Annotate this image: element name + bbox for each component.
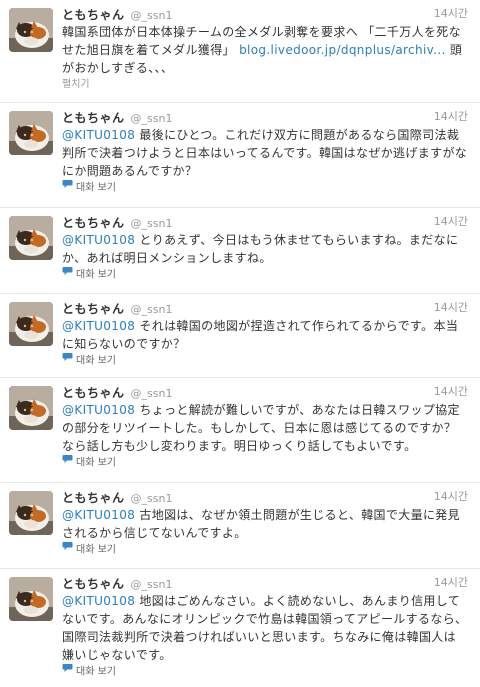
speech-bubble-icon [62,179,73,194]
tweet-content: ともちゃん @_ssn1 14시간 @KITU0108 とりあえず、今日はもう休ま… [62,214,468,283]
user-fullname[interactable]: ともちゃん [62,577,125,591]
view-conversation-label: 대화 보기 [76,666,116,678]
avatar[interactable] [9,111,53,155]
tweet-timestamp[interactable]: 14시간 [434,384,468,400]
speech-bubble-icon [62,663,73,678]
tweet-timestamp[interactable]: 14시간 [434,575,468,591]
tweet-content: ともちゃん @_ssn1 14시간 @KITU0108 それは韓国の地図が捏造され… [62,300,468,369]
speech-bubble-icon [62,266,73,281]
tweet-text: @KITU0108 古地図は、なぜか領土問題が生じると、韓国で大量に発見されるか… [62,506,468,542]
avatar[interactable] [9,8,53,52]
user-fullname[interactable]: ともちゃん [62,386,125,400]
tweet-content: ともちゃん @_ssn1 14시간 @KITU0108 地図はごめんなさい。よく読… [62,575,468,680]
tweet-header: ともちゃん @_ssn1 14시간 [62,489,468,505]
tweet-content: ともちゃん @_ssn1 14시간 @KITU0108 ちょっと解読が難しいですが… [62,384,468,471]
view-conversation-label: 대화 보기 [76,544,116,556]
cat-avatar-image [9,111,53,155]
tweet-content: ともちゃん @_ssn1 14시간 韓国系団体が日本体操チームの全メダル剥奪を要求… [62,6,468,92]
user-screen-name[interactable]: @_ssn1 [131,492,173,505]
tweet-text: @KITU0108 地図はごめんなさい。よく読めないし、あんまり信用してないです… [62,592,468,664]
tweet-item[interactable]: ともちゃん @_ssn1 14시간 @KITU0108 地図はごめんなさい。よく読… [0,569,480,687]
user-screen-name[interactable]: @_ssn1 [131,387,173,400]
mention-link[interactable]: @KITU0108 [62,403,135,417]
mention-link[interactable]: @KITU0108 [62,508,135,522]
expand-label: 펼치기 [62,79,90,90]
cat-avatar-image [9,302,53,346]
user-fullname[interactable]: ともちゃん [62,491,125,505]
mention-link[interactable]: @KITU0108 [62,128,135,142]
tweet-timestamp[interactable]: 14시간 [434,214,468,230]
mention-link[interactable]: @KITU0108 [62,233,135,247]
tweet-item[interactable]: ともちゃん @_ssn1 14시간 @KITU0108 とりあえず、今日はもう休ま… [0,208,480,294]
tweet-link[interactable]: blog.livedoor.jp/dqnplus/archiv... [239,43,446,57]
tweet-header: ともちゃん @_ssn1 14시간 [62,214,468,230]
tweet-content: ともちゃん @_ssn1 14시간 @KITU0108 最後にひとつ。これだけ双方… [62,109,468,196]
user-screen-name[interactable]: @_ssn1 [131,9,173,22]
tweet-item[interactable]: ともちゃん @_ssn1 14시간 @KITU0108 最後にひとつ。これだけ双方… [0,103,480,208]
cat-avatar-image [9,386,53,430]
tweet-text: @KITU0108 最後にひとつ。これだけ双方に問題があるなら国際司法裁判所で決… [62,126,468,180]
user-fullname[interactable]: ともちゃん [62,8,125,22]
speech-bubble-icon [62,352,73,367]
user-screen-name[interactable]: @_ssn1 [131,112,173,125]
tweet-header: ともちゃん @_ssn1 14시간 [62,300,468,316]
view-conversation-link[interactable]: 대화 보기 [62,352,468,369]
view-conversation-link[interactable]: 대화 보기 [62,541,468,558]
view-conversation-link[interactable]: 대화 보기 [62,179,468,196]
user-screen-name[interactable]: @_ssn1 [131,303,173,316]
tweet-header: ともちゃん @_ssn1 14시간 [62,575,468,591]
tweet-header: ともちゃん @_ssn1 14시간 [62,109,468,125]
tweet-timestamp[interactable]: 14시간 [434,6,468,22]
user-fullname[interactable]: ともちゃん [62,302,125,316]
tweet-item[interactable]: ともちゃん @_ssn1 14시간 @KITU0108 古地図は、なぜか領土問題が… [0,483,480,569]
mention-link[interactable]: @KITU0108 [62,594,135,608]
tweet-header: ともちゃん @_ssn1 14시간 [62,384,468,400]
expand-link[interactable]: 펼치기 [62,78,468,92]
tweet-text: @KITU0108 とりあえず、今日はもう休ませてもらいますね。まだなにか、あれ… [62,231,468,267]
tweet-timestamp[interactable]: 14시간 [434,300,468,316]
cat-avatar-image [9,216,53,260]
cat-avatar-image [9,8,53,52]
view-conversation-label: 대화 보기 [76,182,116,194]
avatar[interactable] [9,302,53,346]
tweet-item[interactable]: ともちゃん @_ssn1 14시간 @KITU0108 ちょっと解読が難しいですが… [0,378,480,483]
user-fullname[interactable]: ともちゃん [62,216,125,230]
tweet-timestamp[interactable]: 14시간 [434,489,468,505]
view-conversation-link[interactable]: 대화 보기 [62,663,468,680]
view-conversation-label: 대화 보기 [76,269,116,281]
tweet-content: ともちゃん @_ssn1 14시간 @KITU0108 古地図は、なぜか領土問題が… [62,489,468,558]
tweet-item[interactable]: ともちゃん @_ssn1 14시간 @KITU0108 それは韓国の地図が捏造され… [0,294,480,378]
speech-bubble-icon [62,541,73,556]
tweet-text: @KITU0108 それは韓国の地図が捏造されて作られてるからです。本当に知らな… [62,317,468,353]
tweet-text: 韓国系団体が日本体操チームの全メダル剥奪を要求へ 「二千万人を死なせた旭日旗を着… [62,23,468,77]
view-conversation-link[interactable]: 대화 보기 [62,266,468,283]
user-screen-name[interactable]: @_ssn1 [131,578,173,591]
tweet-text: @KITU0108 ちょっと解読が難しいですが、あなたは日韓スワップ協定の部分を… [62,401,468,455]
tweet-timestamp[interactable]: 14시간 [434,109,468,125]
mention-link[interactable]: @KITU0108 [62,319,135,333]
cat-avatar-image [9,491,53,535]
avatar[interactable] [9,491,53,535]
tweet-item[interactable]: ともちゃん @_ssn1 14시간 韓国系団体が日本体操チームの全メダル剥奪を要求… [0,0,480,103]
avatar[interactable] [9,577,53,621]
speech-bubble-icon [62,454,73,469]
cat-avatar-image [9,577,53,621]
user-screen-name[interactable]: @_ssn1 [131,217,173,230]
view-conversation-label: 대화 보기 [76,355,116,367]
view-conversation-link[interactable]: 대화 보기 [62,454,468,471]
user-fullname[interactable]: ともちゃん [62,111,125,125]
avatar[interactable] [9,386,53,430]
tweet-timeline: ともちゃん @_ssn1 14시간 韓国系団体が日本体操チームの全メダル剥奪を要求… [0,0,480,687]
avatar[interactable] [9,216,53,260]
view-conversation-label: 대화 보기 [76,457,116,469]
tweet-header: ともちゃん @_ssn1 14시간 [62,6,468,22]
